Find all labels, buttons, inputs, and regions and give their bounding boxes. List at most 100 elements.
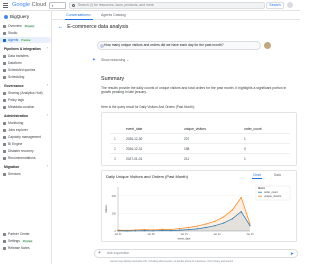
chart-tab-chart[interactable]: Chart [253, 173, 261, 177]
column-header[interactable]: unique_visitors [184, 127, 206, 131]
chart-tab-data[interactable]: Data [274, 173, 281, 177]
show-reasoning-toggle[interactable]: Show reasoning ⌄ [101, 58, 129, 62]
google-cloud-logo[interactable]: Google Cloud [12, 2, 46, 8]
share-icon [3, 91, 6, 95]
sidebar-item-services[interactable]: Services [0, 171, 51, 177]
section-administration[interactable]: Administration ⌃ [4, 114, 49, 118]
data-point-order_count [231, 218, 233, 220]
sidebar: BigQuery Overview Preview Studio Agents Pr… [0, 11, 52, 264]
preview-badge: Preview [20, 38, 32, 42]
sidebar-item-recommendations[interactable]: Recommendations [0, 155, 51, 161]
row-number: 3 [114, 157, 116, 161]
jobs-icon [3, 128, 6, 132]
cell-unique-visitors: 211 [184, 157, 190, 161]
row-number: 1 [114, 137, 116, 141]
notes-icon [3, 246, 6, 250]
sidebar-item-monitoring[interactable]: Monitoring [0, 120, 51, 126]
summary-text: The results provide the daily counts of … [101, 86, 287, 95]
project-selector[interactable]: ▪ [49, 2, 66, 9]
data-point-order_count [249, 225, 251, 227]
calendar-icon [3, 75, 6, 79]
sidebar-item-policy-tags[interactable]: Policy tags [0, 97, 51, 103]
sidebar-item-studio[interactable]: Studio [0, 30, 51, 36]
avatar[interactable] [287, 2, 293, 8]
sidebar-item-data-transfers[interactable]: Data transfers [0, 53, 51, 59]
line-chart: 0100200Jan 01 Jan 08 Jan 15 Jan 22 Jan 29eve… [104, 185, 291, 241]
legend-title: Metric [258, 186, 266, 190]
legend-label-unique_visitors: unique_visitors [264, 194, 282, 198]
data-point-unique_visitors [240, 196, 242, 199]
result-table: event_date unique_visitors order_count 1… [101, 112, 297, 166]
chevron-up-icon: ⌃ [46, 84, 49, 88]
chevron-up-icon: ⌃ [46, 165, 49, 169]
preview-badge: Preview [21, 239, 34, 243]
transfer-icon [3, 54, 6, 58]
dataform-icon [3, 61, 6, 65]
data-point-unique_visitors [205, 223, 207, 225]
data-point-unique_visitors [161, 228, 163, 230]
tab-conversations[interactable]: Conversations [66, 13, 89, 17]
chevron-up-icon: ⌃ [46, 114, 49, 118]
x-tick-label: Jan 22 [213, 233, 221, 236]
data-point-unique_visitors [249, 223, 251, 225]
cell-event-date: 2027-01-01 [126, 157, 143, 161]
search-button[interactable]: Search [266, 2, 284, 9]
back-arrow-icon[interactable]: ← [58, 24, 63, 30]
sidebar-item-bi-engine[interactable]: BI Engine [0, 141, 51, 147]
row-number: 2 [114, 147, 116, 151]
user-avatar [264, 42, 271, 49]
tag-icon [3, 98, 6, 102]
table-divider [110, 133, 290, 134]
user-question: How many unique visitors and orders did … [97, 41, 261, 50]
sidebar-item-capacity[interactable]: Capacity management [0, 134, 51, 140]
sidebar-item-settings[interactable]: Settings Preview [0, 238, 51, 244]
sidebar-item-release-notes[interactable]: Release Notes [0, 245, 51, 251]
ask-question-input[interactable]: + Ask a question ➤ [94, 249, 298, 258]
data-point-order_count [161, 229, 163, 232]
sidebar-item-jobs-explorer[interactable]: Jobs explorer [0, 127, 51, 133]
search-input[interactable]: Search (/) for resources, docs, products… [69, 2, 265, 9]
partner-icon [3, 232, 6, 236]
search-icon [72, 4, 75, 7]
sidebar-item-metadata-curation[interactable]: Metadata curation [0, 104, 51, 110]
plus-icon[interactable]: + [98, 250, 101, 257]
sidebar-item-overview[interactable]: Overview Preview [0, 23, 51, 29]
column-header[interactable]: order_count [244, 127, 262, 131]
data-point-unique_visitors [143, 228, 145, 231]
tab-agents-catalog[interactable]: Agents Catalog [101, 13, 126, 17]
sidebar-item-scheduled-queries[interactable]: Scheduled queries [0, 67, 51, 73]
data-point-unique_visitors [223, 216, 225, 218]
chart-title: Daily Unique Visitors and Orders (Past M… [106, 174, 188, 179]
send-icon[interactable]: ➤ [290, 250, 294, 257]
data-point-order_count [152, 230, 154, 232]
summary-title: Summary [101, 76, 125, 82]
column-header[interactable]: event_date [126, 127, 142, 131]
overview-icon [3, 24, 6, 28]
main-menu-icon[interactable] [3, 3, 8, 9]
sidebar-item-partner-center[interactable]: Partner Center [0, 231, 51, 237]
sidebar-item-disaster-recovery[interactable]: Disaster recovery [0, 148, 51, 154]
sidebar-item-agents[interactable]: Agents Preview [0, 37, 51, 43]
active-chart-tab-indicator [252, 178, 262, 179]
cell-order-count: 1 [244, 137, 246, 141]
section-governance[interactable]: Governance ⌃ [4, 84, 49, 88]
close-icon[interactable]: × [89, 13, 91, 17]
data-point-unique_visitors [214, 220, 216, 222]
agents-icon [3, 38, 6, 42]
cell-event-date: 2026-12-31 [126, 147, 143, 151]
main-panel: Conversations × Agents Catalog ← E-commer… [52, 11, 300, 264]
data-point-order_count [240, 211, 242, 213]
section-migration[interactable]: Migration ⌃ [4, 165, 49, 169]
data-point-order_count [117, 230, 119, 232]
cell-event-date: 2026-12-30 [126, 137, 143, 141]
cell-unique-visitors: 207 [184, 137, 190, 141]
data-point-order_count [179, 229, 181, 231]
sidebar-item-scheduling[interactable]: Scheduling [0, 74, 51, 80]
cell-order-count: 1 [244, 157, 246, 161]
sidebar-item-sharing[interactable]: Sharing (Analytics Hub) [0, 90, 51, 96]
sidebar-item-dataform[interactable]: Dataform [0, 60, 51, 66]
section-pipelines[interactable]: Pipelines & integration ⌃ [4, 47, 49, 51]
data-point-unique_visitors [170, 228, 172, 231]
cell-order-count: 0 [244, 147, 246, 151]
x-axis-label: event_date [178, 237, 191, 241]
